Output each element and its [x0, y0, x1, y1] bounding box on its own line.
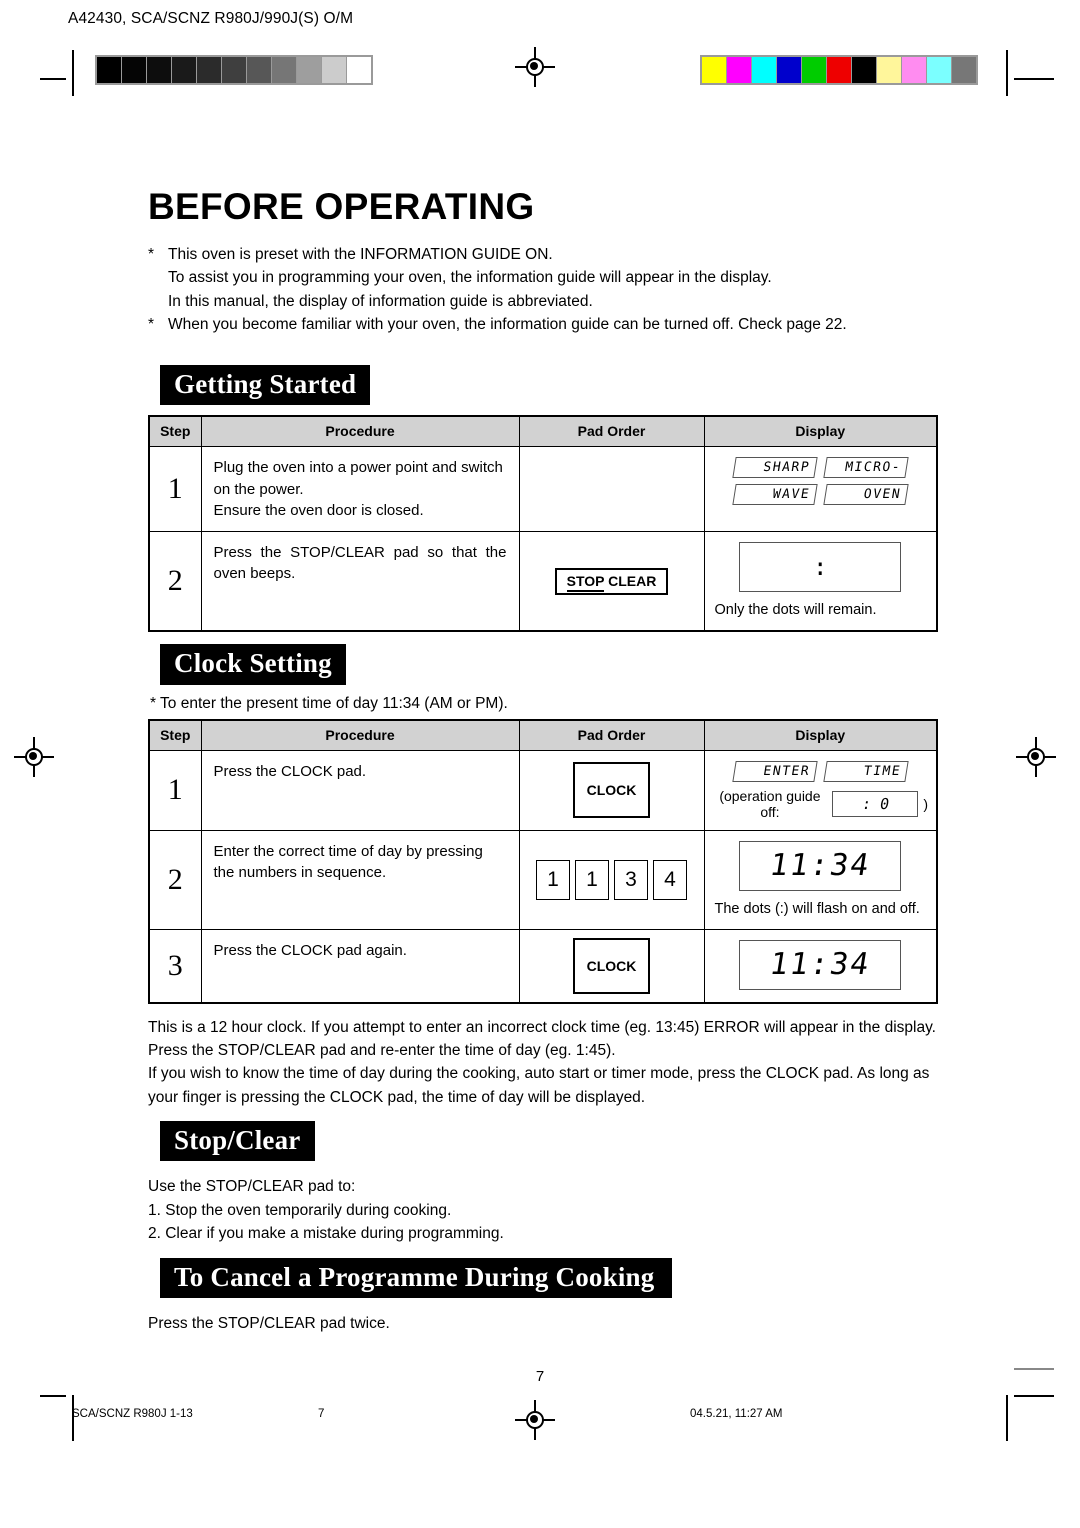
pad-order-cell: 1134 — [518, 829, 705, 930]
section-heading-stop-clear: Stop/Clear — [160, 1120, 315, 1162]
bullet-line: To assist you in programming your oven, … — [168, 269, 772, 287]
lcd-row: ENTER TIME — [713, 760, 929, 782]
lcd-time-display: 11:34 — [739, 840, 902, 891]
lcd-dots-display: : — [739, 542, 902, 593]
pad-order-cell: STOP CLEAR — [518, 531, 705, 632]
table-header-row: Step Procedure Pad Order Display — [148, 719, 938, 751]
number-pad-1[interactable]: 1 — [575, 859, 609, 900]
operation-guide-off-note: (operation guide off: : 0 ) — [713, 787, 928, 820]
step-number: 1 — [148, 446, 202, 533]
procedure-text: Press the CLOCK pad. — [200, 749, 520, 831]
pad-label-clear: CLEAR — [608, 572, 657, 589]
pad-order-cell: CLOCK — [518, 749, 705, 831]
page-number: 7 — [535, 1368, 545, 1385]
table-row: 2 Press the STOP/CLEAR pad so that the o… — [148, 531, 938, 632]
lcd-guide-off-display: : 0 — [832, 790, 919, 817]
intro-bullets: * This oven is preset with the INFORMATI… — [148, 243, 938, 337]
table-row: 1 Plug the oven into a power point and s… — [148, 446, 938, 533]
guide-off-prefix: (operation guide off: — [719, 787, 821, 820]
lcd-time-value: 11:34 — [767, 848, 874, 884]
intro-bullet: * This oven is preset with the INFORMATI… — [148, 243, 938, 267]
lcd-segment-micro: MICRO- — [823, 457, 909, 479]
pad-order-cell: CLOCK — [518, 928, 705, 1004]
column-header-procedure: Procedure — [200, 719, 520, 751]
step-number: 2 — [148, 531, 202, 632]
number-pad-1[interactable]: 1 — [536, 859, 570, 900]
paragraph: If you wish to know the time of day duri… — [148, 1065, 930, 1106]
lcd-time-value: 11:34 — [767, 947, 874, 983]
manual-page: BEFORE OPERATING * This oven is preset w… — [0, 0, 1080, 1528]
lcd-segment-oven: OVEN — [823, 484, 909, 506]
lcd-segment-time: TIME — [823, 760, 909, 782]
table-row: 3 Press the CLOCK pad again. CLOCK 11:34 — [148, 928, 938, 1004]
step-number: 3 — [148, 928, 202, 1004]
column-header-pad-order: Pad Order — [518, 415, 705, 448]
display-cell: 11:34 The dots (:) will flash on and off… — [703, 829, 938, 930]
table-row: 2 Enter the correct time of day by press… — [148, 829, 938, 930]
page-title: BEFORE OPERATING — [148, 186, 535, 227]
bullet-line: In this manual, the display of informati… — [168, 292, 593, 310]
table-header-row: Step Procedure Pad Order Display — [148, 415, 938, 448]
display-caption: Only the dots will remain. — [714, 602, 877, 619]
display-cell: : Only the dots will remain. — [703, 531, 938, 632]
pad-order-cell — [518, 446, 705, 533]
number-pad-sequence[interactable]: 1134 — [524, 859, 700, 900]
column-header-step: Step — [148, 719, 202, 751]
stop-clear-item: 2. Clear if you make a mistake during pr… — [148, 1225, 504, 1243]
display-cell: 11:34 — [703, 928, 938, 1004]
column-header-display: Display — [703, 719, 938, 751]
bullet-line: This oven is preset with the INFORMATION… — [168, 245, 553, 263]
display-cell: ENTER TIME (operation guide off: : 0 ) — [703, 749, 938, 831]
lcd-segment-sharp: SHARP — [732, 457, 818, 479]
lcd-segment-enter: ENTER — [732, 760, 818, 782]
number-pad-4[interactable]: 4 — [653, 859, 687, 900]
stop-clear-pad-icon[interactable]: STOP CLEAR — [554, 567, 669, 596]
table-row: 1 Press the CLOCK pad. CLOCK ENTER TIME … — [148, 749, 938, 831]
lcd-segment-wave: WAVE — [732, 484, 818, 506]
column-header-pad-order: Pad Order — [518, 719, 705, 751]
display-cell: SHARP MICRO- WAVE OVEN — [703, 446, 938, 533]
lcd-guide-off-value: : 0 — [860, 794, 891, 813]
stop-clear-item: 1. Stop the oven temporarily during cook… — [148, 1201, 452, 1219]
column-header-display: Display — [703, 415, 938, 448]
lcd-dots-value: : — [813, 553, 828, 582]
lcd-row: WAVE OVEN — [713, 484, 929, 506]
procedure-text: Plug the oven into a power point and swi… — [200, 446, 520, 533]
section-heading-getting-started: Getting Started — [160, 365, 371, 406]
stop-clear-body: Use the STOP/CLEAR pad to: 1. Stop the o… — [148, 1175, 938, 1246]
clock-setting-table: Step Procedure Pad Order Display 1 Press… — [148, 718, 938, 1004]
clock-pad-icon[interactable]: CLOCK — [572, 762, 651, 819]
page-content: BEFORE OPERATING * This oven is preset w… — [148, 186, 938, 1336]
bullet-marker: * — [148, 245, 155, 263]
cancel-programme-body: Press the STOP/CLEAR pad twice. — [148, 1315, 390, 1333]
column-header-procedure: Procedure — [200, 415, 520, 448]
getting-started-table: Step Procedure Pad Order Display 1 Plug … — [148, 415, 938, 633]
procedure-text: Press the STOP/CLEAR pad so that the ove… — [200, 531, 520, 632]
step-number: 2 — [148, 829, 202, 930]
section-heading-cancel-programme: To Cancel a Programme During Cooking — [160, 1257, 673, 1299]
number-pad-3[interactable]: 3 — [614, 859, 648, 900]
step-number: 1 — [148, 749, 202, 831]
bullet-marker: * — [148, 316, 155, 334]
column-header-step: Step — [148, 415, 202, 448]
clock-pad-icon[interactable]: CLOCK — [572, 937, 651, 994]
bullet-line: When you become familiar with your oven,… — [168, 316, 847, 334]
procedure-text: Enter the correct time of day by pressin… — [200, 829, 520, 930]
clock-setting-note: * To enter the present time of day 11:34… — [150, 694, 508, 712]
footer-document-id: SCA/SCNZ R980J 1-13 — [72, 1408, 193, 1420]
paragraph: This is a 12 hour clock. If you attempt … — [148, 1018, 936, 1060]
clock-setting-notes: This is a 12 hour clock. If you attempt … — [148, 1016, 938, 1109]
page-footer: SCA/SCNZ R980J 1-13 7 04.5.21, 11:27 AM — [0, 1400, 1080, 1460]
lcd-row: SHARP MICRO- — [713, 457, 929, 479]
section-heading-clock-setting: Clock Setting — [160, 644, 346, 685]
footer-page-number: 7 — [318, 1408, 325, 1420]
stop-clear-intro: Use the STOP/CLEAR pad to: — [148, 1178, 356, 1196]
pad-label-stop: STOP — [566, 572, 605, 592]
procedure-text: Press the CLOCK pad again. — [200, 928, 520, 1004]
guide-off-suffix: ) — [923, 795, 928, 812]
lcd-time-display: 11:34 — [739, 939, 902, 990]
display-caption: The dots (:) will flash on and off. — [714, 900, 920, 917]
footer-timestamp: 04.5.21, 11:27 AM — [690, 1408, 783, 1420]
intro-bullet: * When you become familiar with your ove… — [148, 313, 938, 337]
